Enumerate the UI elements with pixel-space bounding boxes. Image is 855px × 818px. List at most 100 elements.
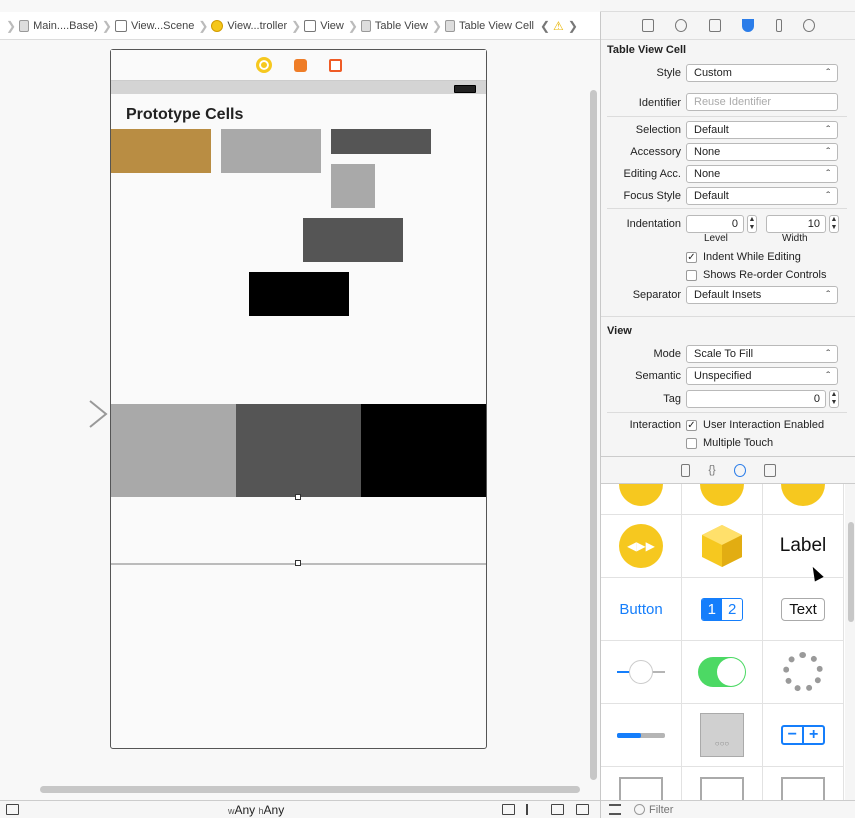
inspector-tabs (601, 12, 855, 40)
indentation-width-field[interactable]: 10 (766, 215, 826, 233)
view-controller-icon[interactable] (255, 57, 272, 73)
align-icon[interactable] (526, 804, 539, 815)
breadcrumb-view[interactable]: View (304, 19, 344, 32)
library-item-navigation-controller[interactable] (601, 484, 682, 515)
size-class-selector[interactable]: wAny hAny (228, 803, 284, 817)
small-gray-view[interactable] (331, 164, 375, 208)
library-item-table-view[interactable] (601, 767, 682, 800)
library-item-text-field[interactable]: Text (763, 578, 844, 641)
av-player-icon: ◀▶▶ (619, 524, 663, 568)
indent-while-editing-checkbox[interactable]: ✓ Indent While Editing (686, 251, 801, 263)
button-sample: Button (619, 600, 663, 618)
breadcrumb-label: Main....Base) (33, 19, 98, 32)
view-controller-scene[interactable]: Prototype Cells (110, 49, 487, 749)
width-stepper[interactable]: ▲ ▼ (829, 215, 839, 233)
library-item-button[interactable]: Button (601, 578, 682, 641)
embed-in-stack-icon[interactable] (502, 804, 515, 815)
library-item-stepper[interactable]: − + (763, 704, 844, 767)
stack-view-light[interactable] (111, 404, 236, 497)
table-view-icon (619, 777, 663, 800)
tag-field[interactable]: 0 (686, 390, 826, 408)
tag-stepper[interactable]: ▲ ▼ (829, 390, 839, 408)
library-item-switch[interactable] (682, 641, 763, 704)
light-gray-view[interactable] (221, 129, 321, 173)
library-item-label[interactable]: Label (763, 515, 844, 578)
focus-style-popup[interactable]: Default (686, 187, 838, 205)
file-inspector-icon[interactable] (641, 19, 654, 32)
identity-inspector-icon[interactable] (708, 19, 721, 32)
library-scrollbar[interactable] (848, 522, 854, 622)
user-interaction-checkbox[interactable]: ✓ User Interaction Enabled (686, 419, 824, 431)
exit-icon[interactable] (328, 58, 342, 72)
code-snippet-library-icon[interactable]: {} (708, 464, 715, 476)
stack-view-black[interactable] (361, 404, 486, 497)
storyboard-canvas[interactable]: ❯ Main....Base) ❯ View...Scene ❯ View...… (0, 0, 600, 818)
black-view[interactable] (249, 272, 349, 316)
editing-acc-popup[interactable]: None (686, 165, 838, 183)
level-stepper[interactable]: ▲ ▼ (747, 215, 757, 233)
size-inspector-icon[interactable] (775, 19, 782, 32)
dark-gray-view-2[interactable] (303, 218, 403, 262)
library-filter-input[interactable] (649, 802, 839, 817)
semantic-popup[interactable]: Unspecified (686, 367, 838, 385)
breadcrumb-storyboard[interactable]: Main....Base) (19, 19, 98, 32)
checkbox-label: Shows Re-order Controls (703, 269, 827, 281)
nav-back-icon[interactable]: ❮ (540, 19, 550, 33)
gold-view[interactable] (111, 129, 211, 173)
library-item-page-view-controller[interactable] (763, 484, 844, 515)
breadcrumb-view-controller[interactable]: View...troller (211, 19, 288, 32)
horizontal-scrollbar[interactable] (40, 786, 580, 793)
library-item-table-view-cell[interactable] (682, 767, 763, 800)
breadcrumb-table-view[interactable]: Table View (360, 19, 428, 32)
library-item-page-control[interactable]: ○○○ (682, 704, 763, 767)
file-template-library-icon[interactable] (681, 463, 691, 477)
dark-gray-view[interactable] (331, 129, 431, 154)
height-value: Any (263, 803, 285, 817)
breadcrumb-label: View...troller (227, 19, 288, 32)
attributes-inspector-icon[interactable] (742, 19, 755, 32)
library-item-slider[interactable] (601, 641, 682, 704)
breadcrumb-scene[interactable]: View...Scene (114, 19, 194, 32)
library-item-progress-view[interactable] (601, 704, 682, 767)
library-item-object[interactable] (682, 515, 763, 578)
media-library-icon[interactable] (763, 463, 776, 477)
library-item-image-view[interactable] (763, 767, 844, 800)
style-popup[interactable]: Custom (686, 64, 838, 82)
multiple-touch-checkbox[interactable]: Multiple Touch (686, 437, 773, 449)
separator-popup[interactable]: Default Insets (686, 286, 838, 304)
resolve-auto-layout-icon[interactable] (576, 804, 589, 815)
library-item-tab-bar-controller[interactable] (682, 484, 763, 515)
table-view-cell-icon (444, 19, 455, 32)
accessory-popup[interactable]: None (686, 143, 838, 161)
connections-inspector-icon[interactable] (803, 19, 816, 32)
section-divider (601, 316, 855, 317)
shows-reorder-checkbox[interactable]: Shows Re-order Controls (686, 269, 827, 281)
library-item-av-player-controller[interactable]: ◀▶▶ (601, 515, 682, 578)
initial-view-controller-arrow-icon[interactable] (22, 400, 108, 430)
mode-popup[interactable]: Scale To Fill (686, 345, 838, 363)
library-item-activity-indicator[interactable] (763, 641, 844, 704)
nav-forward-icon[interactable]: ❯ (568, 19, 578, 33)
segment-2: 2 (728, 600, 737, 618)
pin-icon[interactable] (551, 804, 564, 815)
stack-view-dark[interactable] (236, 404, 361, 497)
chevron-left-icon[interactable]: ❯ (6, 19, 16, 33)
library-item-segmented-control[interactable]: 1 2 (682, 578, 763, 641)
indentation-level-field[interactable]: 0 (686, 215, 744, 233)
selection-label: Selection (635, 124, 681, 136)
checkbox-label: Indent While Editing (703, 251, 801, 263)
mode-label: Mode (653, 348, 681, 360)
resize-handle[interactable] (295, 560, 301, 566)
identifier-field[interactable]: Reuse Identifier (686, 93, 838, 111)
vertical-scrollbar[interactable] (590, 90, 597, 780)
warning-icon[interactable]: ⚠ (553, 19, 564, 33)
resize-handle[interactable] (295, 494, 301, 500)
status-bar (111, 81, 486, 94)
breadcrumb-table-view-cell[interactable]: Table View Cell (444, 19, 534, 32)
object-library-icon[interactable] (733, 463, 746, 477)
list-view-toggle-icon[interactable] (609, 804, 621, 815)
document-outline-toggle-icon[interactable] (6, 804, 19, 815)
help-icon[interactable] (675, 19, 688, 32)
selection-popup[interactable]: Default (686, 121, 838, 139)
first-responder-icon[interactable] (293, 58, 307, 72)
